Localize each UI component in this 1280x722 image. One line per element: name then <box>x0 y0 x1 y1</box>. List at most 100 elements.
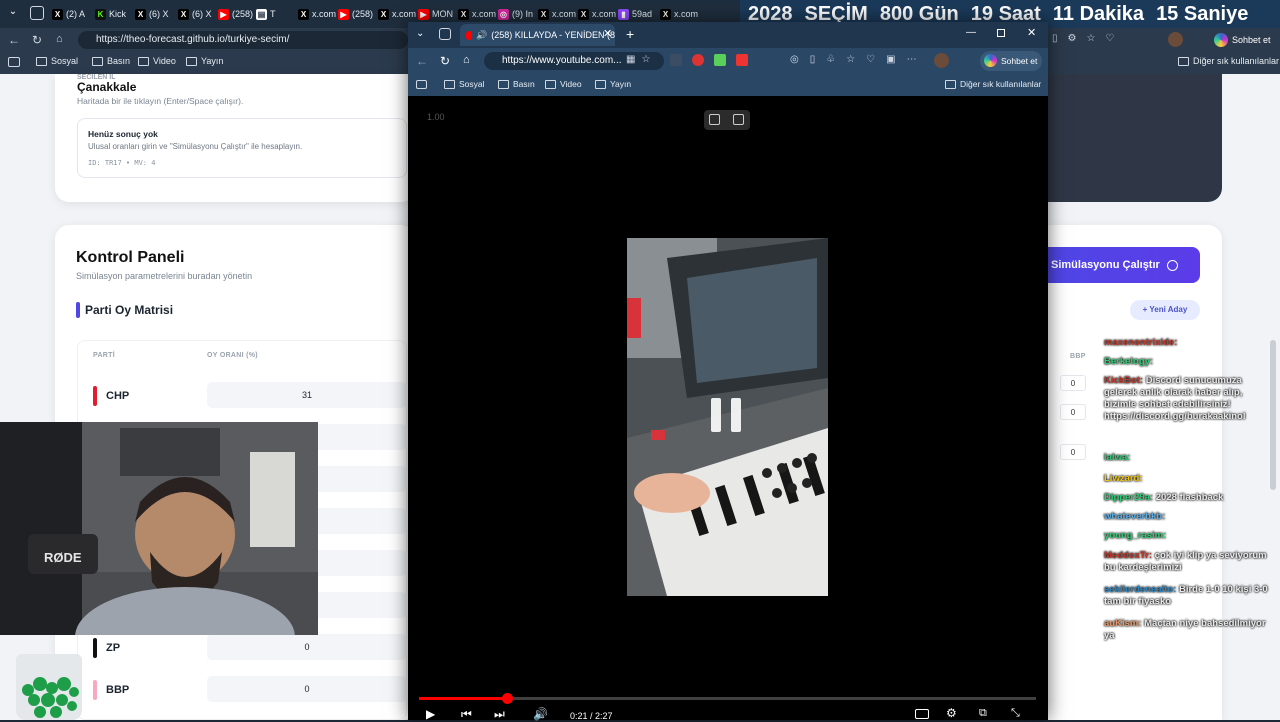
bookmark-sosyal[interactable]: Sosyal <box>36 56 78 66</box>
chat-username[interactable]: KickBot: <box>1104 375 1143 386</box>
bookmark-video[interactable]: Video <box>545 79 582 89</box>
tab-label: x.com <box>472 9 496 19</box>
reload-icon[interactable]: ↻ <box>440 54 450 68</box>
bookmark-basin[interactable]: Basın <box>92 56 130 66</box>
chat-username[interactable]: Liwzard: <box>1104 473 1143 484</box>
bbp-input[interactable]: 0 <box>1060 444 1086 460</box>
back-arrow-icon[interactable]: ← <box>8 33 20 47</box>
toolbar-icons[interactable]: ◎▯♧☆♡▣⋯ <box>790 54 928 65</box>
miniplayer-icon[interactable]: ⧉ <box>979 707 987 720</box>
browser-tab[interactable]: ◎ (9) In <box>498 4 536 24</box>
browser-tab[interactable]: X (6) X <box>135 4 173 24</box>
browser-tab[interactable]: ▶ (258) <box>338 4 376 24</box>
x-icon: X <box>458 8 469 20</box>
play-icon[interactable]: ▶ <box>426 707 435 721</box>
browser-tab[interactable]: Xx.com <box>378 4 416 24</box>
browser-tab[interactable]: Xx.com <box>458 4 496 24</box>
reload-icon[interactable]: ↻ <box>32 33 42 47</box>
chat-username[interactable]: sekilerdenealto: <box>1104 584 1176 595</box>
chat-username[interactable]: MeddoxTr: <box>1104 550 1152 561</box>
back-url-field[interactable]: https://theo-forecast.github.io/turkiye-… <box>78 31 408 49</box>
pip-icon[interactable] <box>709 114 720 125</box>
copilot-button[interactable]: Sohbet et <box>980 51 1042 71</box>
youtube-icon <box>466 30 473 40</box>
extension-icon[interactable] <box>692 54 704 66</box>
audio-icon[interactable]: 🔊 <box>476 30 487 41</box>
bookmark-other[interactable]: Diğer sık kullanılanlar <box>1178 56 1279 66</box>
browser-tab[interactable]: X (6) X <box>178 4 216 24</box>
browser-tab[interactable]: ▶ (258) <box>218 4 256 24</box>
vote-rate-input[interactable]: 0 <box>207 634 407 660</box>
vote-rate-input[interactable]: 0 <box>207 676 407 702</box>
extension-icon[interactable] <box>714 54 726 66</box>
x-icon: X <box>135 8 146 20</box>
chat-username[interactable]: Berkelogy: <box>1104 356 1153 367</box>
workspaces-icon[interactable] <box>30 6 44 20</box>
url-actions-icons[interactable]: ▦☆ <box>626 54 656 65</box>
chat-username[interactable]: whateverbkb: <box>1104 511 1165 522</box>
popout-icon[interactable] <box>733 114 744 125</box>
maximize-icon[interactable] <box>997 29 1005 37</box>
chat-username[interactable]: lalwa: <box>1104 452 1130 463</box>
browser-tab[interactable]: Xx.com <box>578 4 616 24</box>
tab-actions-icon[interactable]: ⌄ <box>416 28 424 39</box>
profile-avatar[interactable] <box>934 53 949 68</box>
pause-icon[interactable] <box>711 398 721 432</box>
back-arrow-icon[interactable]: ← <box>416 54 428 68</box>
browser-tab[interactable]: ▮ 59ad <box>618 4 656 24</box>
volume-icon[interactable]: 🔊 <box>533 707 548 721</box>
chat-username[interactable]: Dipper29a: <box>1104 492 1153 503</box>
bookmark-other[interactable]: Diğer sık kullanılanlar <box>945 79 1041 89</box>
reading-list-icon[interactable] <box>416 80 427 89</box>
new-tab-icon[interactable]: + <box>626 26 634 42</box>
extensions-bar[interactable] <box>670 54 748 66</box>
bbp-input[interactable]: 0 <box>1060 404 1086 420</box>
browser-tab[interactable]: K Kick <box>95 4 133 24</box>
copilot-button[interactable]: Sohbet et <box>1214 31 1271 49</box>
folder-icon <box>498 79 509 89</box>
tab-label: (258) <box>352 9 374 19</box>
video-frame[interactable] <box>627 238 828 596</box>
bookmark-yayin[interactable]: Yayın <box>595 79 631 89</box>
chat-username[interactable]: auKism: <box>1104 618 1141 629</box>
profile-avatar[interactable] <box>1168 32 1183 47</box>
browser-tab[interactable]: ▶ MON <box>418 4 456 24</box>
browser-tab[interactable]: Xx.com <box>538 4 576 24</box>
minimize-icon[interactable]: — <box>966 27 976 38</box>
tab-youtube-active[interactable]: 🔊 (258) KILLAYDA - YENİDEN (8 <box>460 24 615 46</box>
workspaces-icon[interactable] <box>439 28 451 40</box>
playback-speed: 1.00 <box>427 112 445 122</box>
home-icon[interactable]: ⌂ <box>463 54 470 66</box>
run-simulation-button[interactable]: Simülasyonu Çalıştır <box>1047 247 1200 283</box>
fullscreen-icon[interactable]: ⤡ <box>1011 707 1020 720</box>
close-tab-icon[interactable]: ✕ <box>603 27 612 40</box>
close-window-icon[interactable]: ✕ <box>1027 26 1036 39</box>
chat-username[interactable]: young_rasim: <box>1104 530 1166 541</box>
subtitles-icon[interactable] <box>915 709 929 719</box>
bookmark-video[interactable]: Video <box>138 56 176 66</box>
bbp-input[interactable]: 0 <box>1060 375 1086 391</box>
chat-username[interactable]: maxenontrixide: <box>1104 337 1177 348</box>
settings-icon[interactable]: ⚙ <box>946 706 957 720</box>
extension-icon[interactable] <box>736 54 748 66</box>
result-title: Henüz sonuç yok <box>88 129 158 139</box>
browser-tab[interactable]: ▤ T <box>256 4 294 24</box>
bookmark-yayin[interactable]: Yayın <box>186 56 223 66</box>
browser-tab[interactable]: X (2) A <box>52 4 90 24</box>
pencil-cup-image <box>16 654 82 720</box>
toolbar-icons[interactable]: ▯⚙☆♡ <box>1052 33 1124 44</box>
reading-list-icon[interactable] <box>8 57 20 67</box>
tab-label: x.com <box>592 9 616 19</box>
browser-tab[interactable]: Xx.com <box>298 4 336 24</box>
bookmark-sosyal[interactable]: Sosyal <box>444 79 485 89</box>
vote-rate-input[interactable]: 31 <box>207 382 407 408</box>
pause-icon[interactable] <box>731 398 741 432</box>
extension-icon[interactable] <box>670 54 682 66</box>
new-candidate-button[interactable]: + Yeni Aday <box>1130 300 1200 320</box>
col-rate-header: OY ORANI (%) <box>207 352 258 359</box>
home-icon[interactable]: ⌂ <box>56 33 63 45</box>
bookmark-basin[interactable]: Basın <box>498 79 535 89</box>
kick-icon: K <box>95 8 106 20</box>
browser-tab[interactable]: Xx.com <box>660 4 698 24</box>
tab-actions-icon[interactable]: ⌄ <box>6 6 20 20</box>
